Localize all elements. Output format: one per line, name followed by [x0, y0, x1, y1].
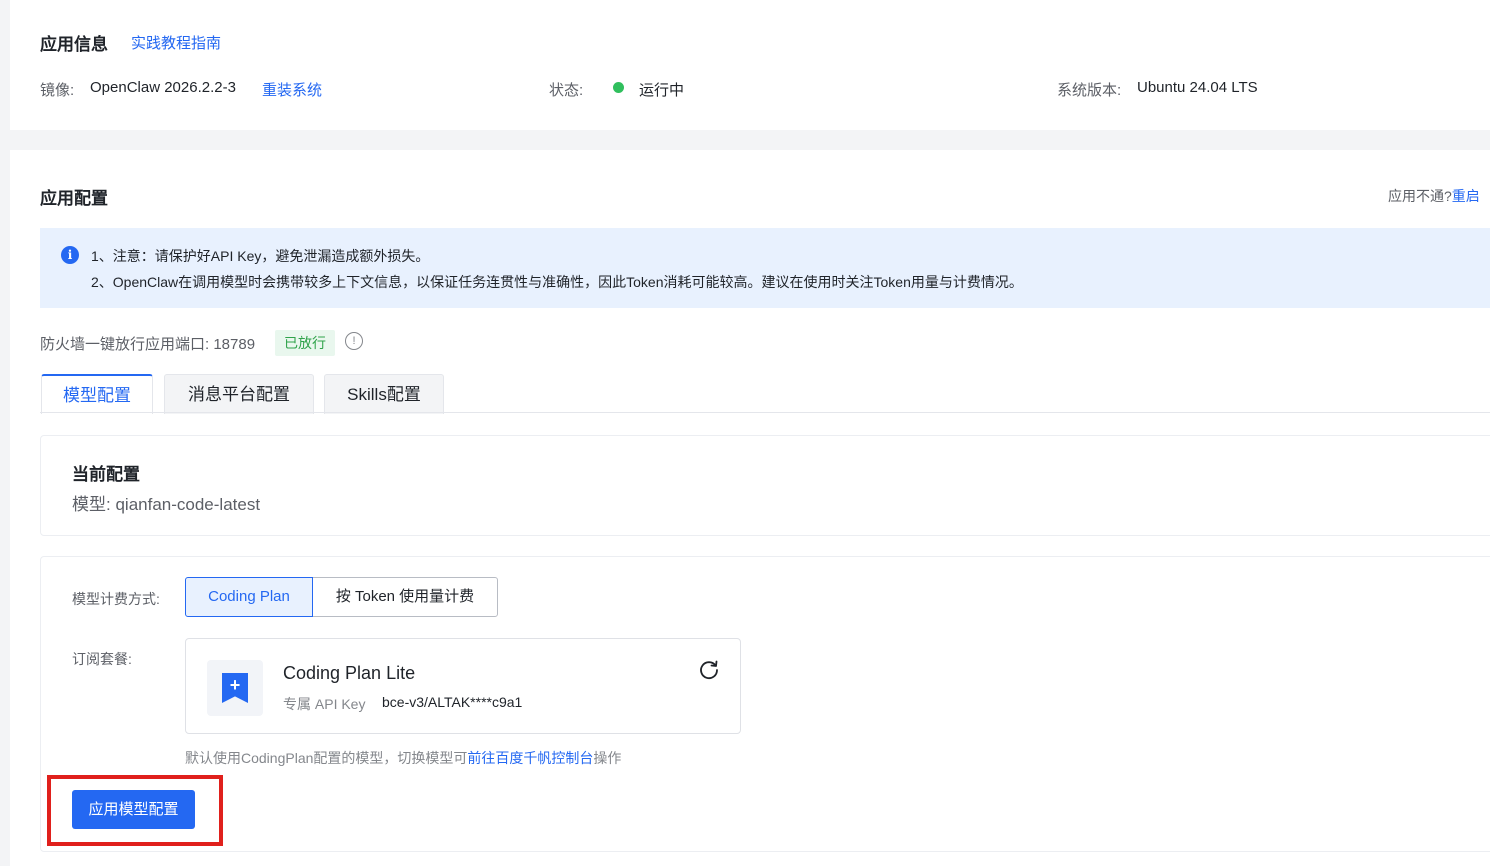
firewall-label: 防火墙一键放行应用端口: — [40, 336, 210, 353]
status-dot-icon — [613, 82, 624, 93]
tab-model-config[interactable]: 模型配置 — [41, 374, 153, 414]
app-info-card: 应用信息 实践教程指南 镜像: OpenClaw 2026.2.2-3 重装系统… — [10, 0, 1490, 130]
firewall-status-badge: 已放行 — [275, 330, 335, 356]
current-config-title: 当前配置 — [72, 465, 140, 484]
model-label: 模型: — [72, 495, 111, 514]
reinstall-link[interactable]: 重装系统 — [262, 79, 322, 100]
model-value: qianfan-code-latest — [115, 495, 261, 514]
api-key-label: 专属 API Key — [283, 696, 366, 712]
billing-coding-plan-option[interactable]: Coding Plan — [185, 577, 313, 617]
app-info-title: 应用信息 — [40, 35, 108, 54]
current-config-box: 当前配置 模型: qianfan-code-latest — [40, 435, 1490, 536]
info-tooltip-icon[interactable]: ! — [345, 332, 363, 350]
plan-name: Coding Plan Lite — [283, 663, 416, 683]
help-question: 应用不通? — [1388, 188, 1452, 204]
firewall-row: 防火墙一键放行应用端口: 18789 — [40, 333, 255, 354]
hint-row: 默认使用CodingPlan配置的模型，切换模型可前往百度千帆控制台操作 — [185, 748, 621, 768]
subscription-label: 订阅套餐: — [72, 651, 132, 667]
image-value: OpenClaw 2026.2.2-3 — [90, 79, 236, 96]
os-value: Ubuntu 24.04 LTS — [1137, 79, 1258, 96]
tutorial-link[interactable]: 实践教程指南 — [131, 32, 221, 53]
refresh-icon[interactable] — [698, 659, 720, 681]
restart-link[interactable]: 重启 — [1452, 188, 1480, 204]
billing-label: 模型计费方式: — [72, 591, 160, 607]
status-value: 运行中 — [639, 82, 685, 99]
app-config-card: 应用配置 应用不通?重启 i 1、注意：请保护好API Key，避免泄漏造成额外… — [10, 150, 1490, 866]
notice-line-1: 1、注意：请保护好API Key，避免泄漏造成额外损失。 — [91, 248, 430, 264]
tab-message-platform[interactable]: 消息平台配置 — [164, 374, 314, 414]
bookmark-plus-icon: + — [222, 673, 248, 703]
tab-divider — [40, 412, 1490, 413]
subscription-plan-card: + Coding Plan Lite 专属 API Key bce-v3/ALT… — [185, 638, 741, 734]
image-label: 镜像: — [40, 82, 75, 99]
notice-line-2: 2、OpenClaw在调用模型时会携带较多上下文信息，以保证任务连贯性与准确性，… — [91, 274, 1023, 290]
hint-prefix: 默认使用CodingPlan配置的模型，切换模型可 — [185, 750, 468, 766]
info-icon: i — [61, 246, 79, 264]
firewall-port: 18789 — [213, 336, 256, 353]
current-model-row: 模型: qianfan-code-latest — [72, 490, 260, 515]
app-config-title: 应用配置 — [40, 189, 108, 208]
qianfan-console-link[interactable]: 前往百度千帆控制台 — [467, 750, 593, 766]
status-label: 状态: — [549, 82, 584, 99]
billing-token-option[interactable]: 按 Token 使用量计费 — [312, 577, 498, 617]
os-label: 系统版本: — [1057, 82, 1122, 99]
notice-banner: i 1、注意：请保护好API Key，避免泄漏造成额外损失。 2、OpenCla… — [40, 228, 1490, 308]
help-text: 应用不通?重启 — [1388, 186, 1480, 206]
annotation-highlight-box — [47, 775, 223, 846]
tab-skills-config[interactable]: Skills配置 — [324, 374, 444, 414]
api-key-value: bce-v3/ALTAK****c9a1 — [382, 694, 523, 710]
hint-suffix: 操作 — [593, 750, 622, 766]
plan-icon-wrap: + — [207, 660, 263, 716]
